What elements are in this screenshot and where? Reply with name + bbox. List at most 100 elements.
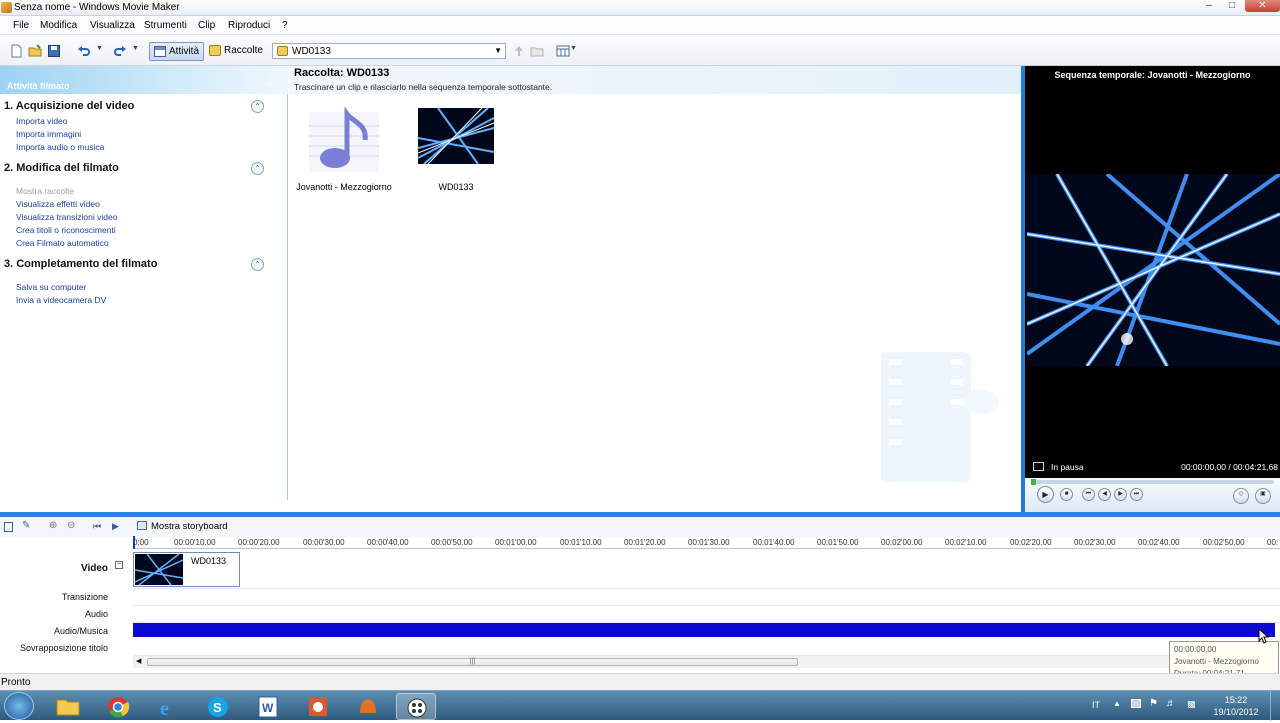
- open-project-icon[interactable]: [28, 44, 42, 58]
- previous-frame-button[interactable]: ⏮: [1082, 488, 1095, 501]
- scrollbar-thumb[interactable]: |||: [147, 658, 798, 666]
- task-pane-icon: [154, 46, 166, 57]
- taskbar-clock[interactable]: 15:22 19/10/2012: [1205, 694, 1267, 718]
- tray-app-icon[interactable]: [1131, 699, 1141, 708]
- track-label-audio-music: Audio/Musica: [53, 626, 108, 636]
- audio-music-clip[interactable]: [133, 623, 1275, 637]
- collections-button[interactable]: Raccolte: [205, 42, 267, 61]
- seek-bar[interactable]: [1031, 479, 1274, 485]
- stop-button[interactable]: ■: [1060, 488, 1073, 501]
- menu-help[interactable]: ?: [282, 20, 288, 31]
- new-collection-icon[interactable]: [530, 44, 544, 58]
- start-button[interactable]: [4, 692, 34, 720]
- taskbar-skype[interactable]: S: [198, 693, 238, 720]
- link-video-effects[interactable]: Visualizza effetti video: [16, 199, 100, 209]
- clip-video[interactable]: WD0133: [401, 102, 511, 198]
- section-finish-title[interactable]: 3. Completamento del filmato: [4, 258, 157, 270]
- menu-visualizza[interactable]: Visualizza: [90, 20, 135, 31]
- video-thumbnail: [418, 108, 494, 164]
- undo-dropdown-icon[interactable]: ▼: [96, 45, 103, 52]
- taskbar-explorer[interactable]: [48, 693, 88, 720]
- maximize-button[interactable]: □: [1221, 0, 1243, 12]
- narrate-icon[interactable]: ✎: [22, 520, 30, 531]
- redo-dropdown-icon[interactable]: ▼: [132, 45, 139, 52]
- taskbar-app[interactable]: [348, 693, 388, 720]
- clip-audio[interactable]: Jovanotti - Mezzogiorno: [289, 102, 399, 198]
- close-button[interactable]: ✕: [1245, 0, 1280, 12]
- close-icon[interactable]: ✕: [266, 80, 274, 91]
- taskbar-powerpoint[interactable]: [298, 693, 338, 720]
- section-capture-title[interactable]: 1. Acquisizione del video: [4, 100, 134, 112]
- menu-file[interactable]: File: [13, 20, 29, 31]
- collapse-track-icon[interactable]: −: [115, 561, 123, 569]
- menu-modifica[interactable]: Modifica: [40, 20, 77, 31]
- audio-track[interactable]: [133, 606, 1280, 623]
- title-overlay-track[interactable]: [133, 639, 1280, 656]
- tooltip-clip-name: Jovanotti - Mezzogiorno: [1174, 657, 1259, 666]
- collapse-icon[interactable]: ⌃: [251, 100, 264, 113]
- scroll-left-icon[interactable]: ◀: [136, 657, 141, 665]
- menu-clip[interactable]: Clip: [198, 20, 215, 31]
- taskbar-chrome[interactable]: [98, 693, 138, 720]
- show-storyboard-button[interactable]: Mostra storyboard: [137, 521, 228, 532]
- views-icon[interactable]: [556, 44, 570, 58]
- show-hidden-icons-icon[interactable]: ▲: [1113, 699, 1121, 708]
- link-send-dv-camera[interactable]: Invia a videocamera DV: [16, 295, 106, 305]
- save-project-icon[interactable]: [47, 44, 61, 58]
- movie-maker-app-icon[interactable]: [1, 2, 12, 13]
- undo-icon[interactable]: [77, 44, 91, 58]
- taskbar-word[interactable]: W: [248, 693, 288, 720]
- menu-riproduci[interactable]: Riproduci: [228, 20, 270, 31]
- redo-icon[interactable]: [113, 44, 127, 58]
- link-automovie[interactable]: Crea Filmato automatico: [16, 238, 109, 248]
- section-edit-title[interactable]: 2. Modifica del filmato: [4, 162, 119, 174]
- play-button[interactable]: ▶: [1037, 486, 1054, 503]
- play-timeline-icon[interactable]: ▶: [112, 521, 119, 532]
- next-frame-button[interactable]: ⏭: [1130, 488, 1143, 501]
- ruler-tick: 00:00'20.00: [238, 538, 280, 547]
- timeline-scrollbar[interactable]: ◀ |||: [133, 656, 1173, 668]
- link-titles-credits[interactable]: Crea titoli o riconoscimenti: [16, 225, 116, 235]
- taskbar-movie-maker[interactable]: [396, 693, 436, 720]
- link-import-video[interactable]: Importa video: [16, 116, 68, 126]
- video-track[interactable]: [133, 549, 1280, 589]
- rewind-button[interactable]: ◀: [1098, 488, 1111, 501]
- toolbar: ▼ ▼ Attività Raccolte WD0133 ▼ ▼: [0, 36, 1280, 66]
- views-dropdown-icon[interactable]: ▼: [570, 45, 577, 52]
- ruler-tick: 00:02'00.00: [881, 538, 923, 547]
- zoom-in-icon[interactable]: ⊕: [49, 520, 57, 531]
- menu-strumenti[interactable]: Strumenti: [144, 20, 187, 31]
- link-video-transitions[interactable]: Visualizza transizioni video: [16, 212, 117, 222]
- transition-track[interactable]: [133, 589, 1280, 606]
- input-language[interactable]: IT: [1092, 700, 1100, 710]
- link-import-images[interactable]: Importa immagini: [16, 129, 81, 139]
- collection-select[interactable]: WD0133 ▼: [272, 43, 506, 59]
- minimize-button[interactable]: –: [1198, 0, 1220, 12]
- show-desktop-button[interactable]: [1270, 691, 1280, 721]
- collapse-icon[interactable]: ⌃: [251, 162, 264, 175]
- collection-header: Raccolta: WD0133 Trascinare un clip e ri…: [289, 66, 1021, 94]
- up-level-icon[interactable]: [512, 44, 526, 58]
- collection-select-value: WD0133: [292, 46, 331, 57]
- network-icon[interactable]: ▩: [1187, 699, 1196, 710]
- take-picture-button[interactable]: ▣: [1255, 488, 1271, 504]
- collapse-icon[interactable]: ⌃: [251, 258, 264, 271]
- ruler-tick: 00:02'40.00: [1138, 538, 1180, 547]
- action-center-icon[interactable]: ⚑: [1149, 698, 1158, 709]
- link-save-computer[interactable]: Salva su computer: [16, 282, 86, 292]
- time-ruler[interactable]: 0:00 00:00'10.00 00:00'20.00 00:00'30.00…: [133, 536, 1280, 549]
- playback-status: In pausa: [1051, 462, 1084, 472]
- new-project-icon[interactable]: [9, 44, 23, 58]
- set-audio-levels-icon[interactable]: [4, 522, 13, 532]
- playhead[interactable]: [133, 536, 135, 549]
- link-import-audio[interactable]: Importa audio o musica: [16, 142, 104, 152]
- split-clip-button[interactable]: ◇: [1233, 488, 1249, 504]
- timeline-video-clip[interactable]: WD0133: [133, 552, 240, 587]
- zoom-out-icon[interactable]: ⊖: [67, 520, 75, 531]
- taskbar-internet-explorer[interactable]: e: [148, 693, 188, 720]
- activities-button[interactable]: Attività: [149, 42, 204, 61]
- seek-thumb[interactable]: [1031, 479, 1036, 485]
- forward-button[interactable]: ▶: [1114, 488, 1127, 501]
- rewind-timeline-icon[interactable]: ⏮: [93, 521, 101, 532]
- volume-icon[interactable]: ♬: [1166, 698, 1176, 709]
